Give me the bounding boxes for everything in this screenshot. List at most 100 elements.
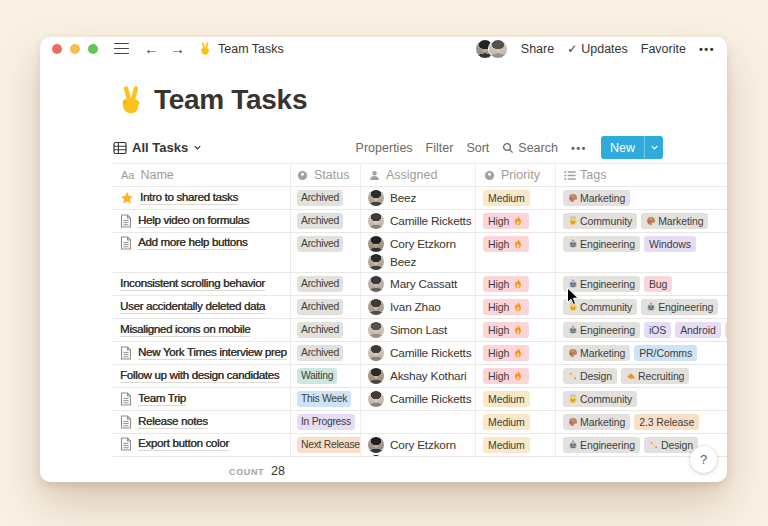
task-name-cell[interactable]: Misaligned icons on mobile [113,319,291,341]
priority-pill[interactable]: High [483,213,529,229]
status-pill[interactable]: Archived [297,345,343,361]
assigned-person[interactable]: Camille Ricketts [368,391,468,407]
assigned-person[interactable]: Camille Ricketts [368,345,468,361]
tag-pill[interactable]: Marketing [563,414,630,430]
tag-pill[interactable]: Marketing [641,213,708,229]
new-button[interactable]: New [601,136,663,159]
tag-pill[interactable]: Android [675,322,721,338]
assigned-person[interactable]: Beez [368,190,468,206]
close-window-button[interactable] [52,44,62,54]
tags-cell[interactable]: Community [556,388,727,410]
assigned-person[interactable]: Cory Etzkorn [368,236,468,252]
priority-pill[interactable]: Medium [483,414,530,430]
assigned-cell[interactable]: Cory EtzkornBeez [361,434,476,456]
column-header-assigned[interactable]: Assigned [361,164,476,186]
status-cell[interactable]: Archived [291,273,361,295]
table-row[interactable]: Intro to shared tasksArchived Beez Medium M… [113,187,727,210]
zoom-window-button[interactable] [88,44,98,54]
properties-button[interactable]: Properties [356,141,413,155]
tag-pill[interactable]: Bug [725,322,727,338]
tag-pill[interactable]: Marketing [563,190,630,206]
tags-cell[interactable]: DesignRecruiting [556,365,727,387]
sidebar-menu-icon[interactable] [114,43,129,55]
task-name-cell[interactable]: Release notes [113,411,291,433]
status-pill[interactable]: In Progress [297,414,355,430]
assigned-cell[interactable]: Camille Ricketts [361,210,476,232]
assigned-person[interactable]: Beez [368,455,468,456]
status-cell[interactable]: Archived [291,319,361,341]
share-button[interactable]: Share [521,42,554,56]
minimize-window-button[interactable] [70,44,80,54]
assigned-cell[interactable]: Simon Last [361,319,476,341]
priority-cell[interactable]: Medium [476,187,556,209]
priority-pill[interactable]: High [483,276,529,292]
priority-pill[interactable]: High [483,368,529,384]
tag-pill[interactable]: PR/Comms [634,345,697,361]
priority-pill[interactable]: Medium [483,391,530,407]
sort-button[interactable]: Sort [466,141,489,155]
priority-cell[interactable]: High [476,273,556,295]
assigned-cell[interactable]: Akshay Kothari [361,365,476,387]
assigned-person[interactable]: Camille Ricketts [368,213,468,229]
member-avatars[interactable] [475,39,508,59]
tag-pill[interactable]: Community [563,391,637,407]
tag-pill[interactable]: Design [563,368,617,384]
priority-cell[interactable]: High [476,210,556,232]
priority-cell[interactable]: Medium [476,434,556,456]
column-header-name[interactable]: AaName [113,164,291,186]
tag-pill[interactable]: Engineering [563,236,640,252]
status-pill[interactable]: This Week [297,391,351,407]
table-row[interactable]: Follow up with design candidatesWaitingA… [113,365,727,388]
status-pill[interactable]: Archived [297,213,343,229]
breadcrumb[interactable]: Team Tasks [198,42,284,56]
count-footer[interactable]: COUNT 28 [113,457,291,478]
tag-pill[interactable]: Community [563,213,637,229]
priority-pill[interactable]: High [483,322,529,338]
priority-pill[interactable]: Medium [483,437,530,453]
tag-pill[interactable]: Recruiting [621,368,689,384]
priority-cell[interactable]: Medium [476,411,556,433]
more-options-button[interactable]: ••• [699,43,715,55]
task-name-cell[interactable]: Intro to shared tasks [113,187,291,209]
task-name-cell[interactable]: Follow up with design candidates [113,365,291,387]
status-cell[interactable]: Archived [291,187,361,209]
task-name-cell[interactable]: New York Times interview prep [113,342,291,364]
table-row[interactable]: New York Times interview prep Archived Cam… [113,342,727,365]
task-name-cell[interactable]: Team Trip [113,388,291,410]
task-name-cell[interactable]: Export button color [113,434,291,456]
tag-pill[interactable]: Bug [644,276,672,292]
priority-pill[interactable]: Medium [483,190,530,206]
status-cell[interactable]: Archived [291,233,361,272]
column-header-status[interactable]: Status [291,164,361,186]
priority-cell[interactable]: High [476,342,556,364]
tag-pill[interactable]: Marketing [563,345,630,361]
tags-cell[interactable]: MarketingPR/Comms [556,342,727,364]
column-header-tags[interactable]: Tags [556,164,727,186]
status-pill[interactable]: Archived [297,322,343,338]
tags-cell[interactable]: Marketing [556,187,727,209]
view-switcher[interactable]: All Tasks [113,140,202,155]
table-row[interactable]: Add more help buttonsArchivedCory Etzkor… [113,233,727,273]
back-button[interactable]: ← [144,41,159,56]
assigned-person[interactable]: Simon Last [368,322,468,338]
tag-pill[interactable]: Engineering [563,322,640,338]
assigned-person[interactable]: Mary Cassatt [368,276,468,292]
filter-button[interactable]: Filter [426,141,454,155]
priority-cell[interactable]: High [476,319,556,341]
priority-cell[interactable]: Medium [476,388,556,410]
table-row[interactable]: Misaligned icons on mobile Archived Simon … [113,319,727,342]
assigned-person[interactable]: Ivan Zhao [368,299,468,315]
tag-pill[interactable]: Engineering [641,299,718,315]
priority-cell[interactable]: High [476,365,556,387]
tags-cell[interactable]: EngineeringWindows [556,233,727,272]
priority-pill[interactable]: High [483,236,529,252]
assigned-cell[interactable]: Ivan Zhao [361,296,476,318]
status-pill[interactable]: Archived [297,299,343,315]
priority-cell[interactable]: High [476,233,556,272]
assigned-cell[interactable]: Camille Ricketts [361,388,476,410]
updates-button[interactable]: ✓Updates [567,42,628,56]
priority-pill[interactable]: High [483,345,529,361]
tag-pill[interactable]: iOS [644,322,671,338]
tag-pill[interactable]: Windows [644,236,696,252]
tags-cell[interactable]: EngineeringiOSAndroid Bug [556,319,727,341]
